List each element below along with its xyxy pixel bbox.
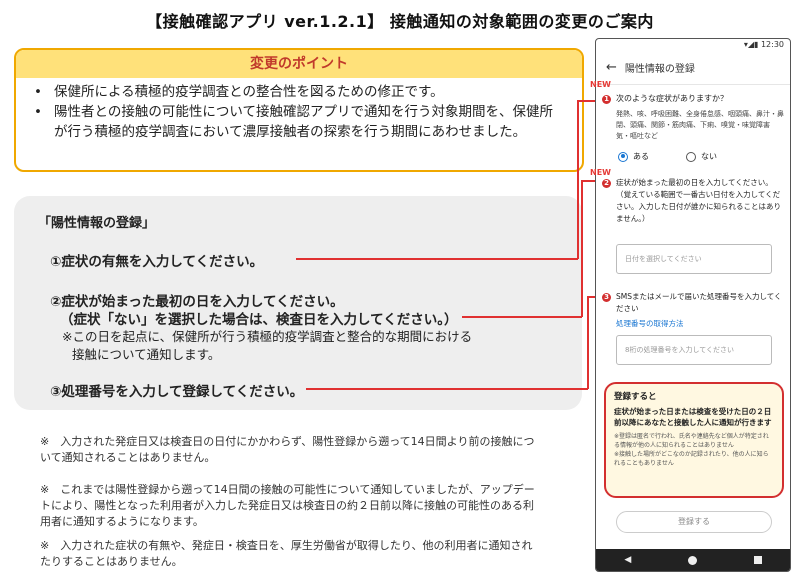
register-button[interactable]: 登録する xyxy=(616,511,772,533)
radio-checked-icon xyxy=(618,151,628,162)
connector-line xyxy=(296,258,578,260)
nav-back-icon[interactable]: ◀ xyxy=(624,555,631,565)
radio-yes-label: ある xyxy=(633,152,649,161)
step-3: ③処理番号を入力して登録してください。 xyxy=(50,384,304,400)
notice-box: 登録すると 症状が始まった日または検査を受けた日の２日前以降にあなたと接触した人… xyxy=(604,382,784,498)
nav-home-icon[interactable] xyxy=(687,555,697,565)
code-help-link[interactable]: 処理番号の取得方法 xyxy=(616,318,684,329)
change-point-item: 保健所による積極的疫学調査との整合性を図るための修正です。 xyxy=(28,82,574,102)
app-bar: ← 陽性情報の登録 xyxy=(596,51,790,85)
change-points-list: 保健所による積極的疫学調査との整合性を図るための修正です。 陽性者との接触の可能… xyxy=(16,78,582,142)
footnote: ※ 入力された症状の有無や、発症日・検査日を、厚生労働省が取得したり、他の利用者… xyxy=(40,539,533,568)
new-badge: NEW xyxy=(590,168,611,177)
question-1: 次のような症状がありますか？ xyxy=(616,94,728,103)
new-badge: NEW xyxy=(590,80,611,89)
connector-line xyxy=(462,316,582,318)
registration-title: 「陽性情報の登録」 xyxy=(38,216,156,231)
change-points-box: 変更のポイント 保健所による積極的疫学調査との整合性を図るための修正です。 陽性… xyxy=(14,48,584,172)
status-bar: ▾◢▮ 12:30 xyxy=(596,39,790,51)
connector-line xyxy=(577,100,579,259)
radio-yes[interactable]: ある xyxy=(618,151,649,162)
step-2-note-1: ※この日を起点に、保健所が行う積極的疫学調査と整合的な期間における xyxy=(62,329,473,344)
radio-unchecked-icon xyxy=(686,151,696,162)
date-input[interactable]: 日付を選択してください xyxy=(616,244,772,274)
number-badge-1: 1 xyxy=(602,95,611,104)
step-1: ①症状の有無を入力してください。 xyxy=(50,254,264,270)
step-2-sub: （症状「ない」を選択した場合は、検査日を入力してください。） xyxy=(60,312,458,328)
number-badge-2: 2 xyxy=(602,179,611,188)
notice-heading: 登録すると xyxy=(614,392,657,402)
radio-no-label: ない xyxy=(701,152,717,161)
question-1-detail: 発熱、咳、呼吸困難、全身倦怠感、咽頭痛、鼻汁・鼻閉、頭痛、関節・筋肉痛、下痢、嗅… xyxy=(616,110,784,129)
code-input[interactable]: 8桁の処理番号を入力してください xyxy=(616,335,772,365)
signal-icon: ▾◢▮ xyxy=(743,40,761,49)
question-1-detail-cont: 気・嘔吐など xyxy=(616,132,658,140)
connector-line xyxy=(581,180,583,317)
change-points-heading: 変更のポイント xyxy=(16,50,582,78)
status-time: 12:30 xyxy=(760,40,784,49)
system-nav-bar: ◀ xyxy=(596,549,790,571)
footnote: ※ 入力された発症日又は検査日の日付にかかわらず、陽性登録から遡って14日間より… xyxy=(40,435,535,464)
connector-line xyxy=(306,388,588,390)
question-3: SMSまたはメールで届いた処理番号を入力してください xyxy=(616,292,782,313)
notice-small: ※登録は匿名で行われ、氏名や連絡先など個人が特定される情報が他の人に知られること… xyxy=(614,433,769,467)
footnote: ※ これまでは陽性登録から遡って14日間の接触の可能性について通知していましたが… xyxy=(40,483,535,528)
step-2: ②症状が始まった最初の日を入力してください。 xyxy=(50,294,344,310)
change-point-item: 陽性者との接触の可能性について接触確認アプリで通知を行う対象期間を、保健所が行う… xyxy=(28,102,574,142)
page-title: 【接触確認アプリ ver.1.2.1】 接触通知の対象範囲の変更のご案内 xyxy=(146,12,654,31)
question-2: 症状が始まった最初の日を入力してください。（覚えている範囲で一番古い日付を入力し… xyxy=(616,178,781,223)
notice-body: 症状が始まった日または検査を受けた日の２日前以降にあなたと接触した人に通知が行き… xyxy=(614,407,772,427)
connector-line xyxy=(587,296,589,389)
app-bar-title: 陽性情報の登録 xyxy=(624,64,695,75)
nav-recent-icon[interactable] xyxy=(753,556,762,564)
phone-mockup: ▾◢▮ 12:30 ← 陽性情報の登録 1 次のような症状がありますか？ 発熱、… xyxy=(595,38,791,572)
back-arrow-icon[interactable]: ← xyxy=(606,60,617,75)
step-2-note-2: 接触について通知します。 xyxy=(72,347,221,362)
number-badge-3: 3 xyxy=(602,293,611,302)
radio-no[interactable]: ない xyxy=(686,151,717,162)
